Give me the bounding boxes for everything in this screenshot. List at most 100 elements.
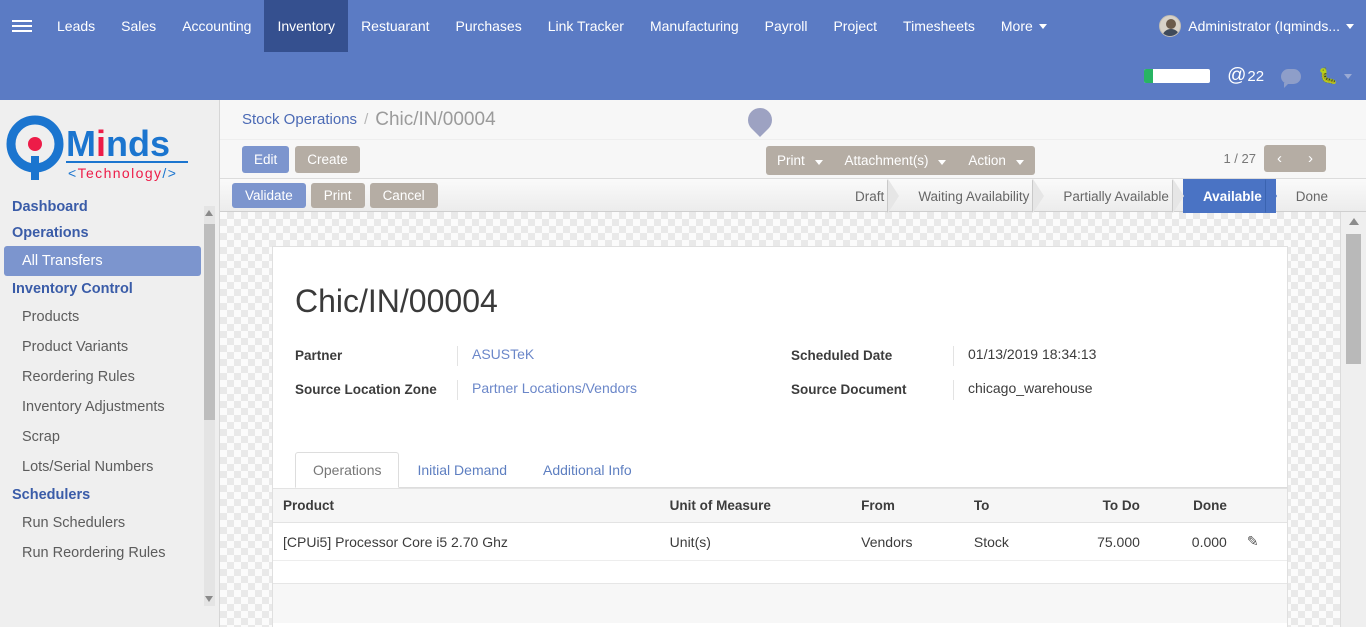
edit-button[interactable]: Edit (242, 145, 290, 173)
sidebar-section-schedulers[interactable]: Schedulers (0, 482, 219, 508)
cell-to: Stock (963, 522, 1051, 561)
menu-item-label: Inventory (277, 18, 336, 34)
menu-item-label: Sales (121, 18, 157, 34)
menu-item-manufacturing[interactable]: Manufacturing (637, 0, 752, 52)
field-value[interactable]: Partner Locations/Vendors (457, 380, 791, 400)
scroll-down-icon[interactable] (205, 596, 213, 602)
status-flow: Draft Waiting Availability Partially Avail… (835, 179, 1342, 213)
sidebar-item-scrap[interactable]: Scrap (0, 422, 219, 452)
column-header-to-do: To Do (1050, 488, 1150, 523)
menu-item-accounting[interactable]: Accounting (169, 0, 264, 52)
secondary-bar: @ 22 🐛 (0, 52, 1366, 137)
menu-item-leads[interactable]: Leads (44, 0, 108, 52)
menu-item-label: More (1000, 18, 1033, 34)
sidebar-item-run-schedulers[interactable]: Run Schedulers (0, 508, 219, 538)
pager-next-button[interactable]: › (1295, 145, 1326, 172)
menu-item-purchases[interactable]: Purchases (443, 0, 535, 52)
status-step-waiting-availability[interactable]: Waiting Availability (898, 179, 1045, 213)
field-row: Source Location Zone Partner Locations/Ve… (295, 380, 791, 400)
progress-bar[interactable] (1144, 69, 1211, 83)
sidebar-section-operations[interactable]: Operations (0, 220, 219, 246)
table-header-row: Product Unit of Measure From To To Do Done (273, 488, 1287, 523)
menu-item-payroll[interactable]: Payroll (752, 0, 821, 52)
validate-button[interactable]: Validate (232, 182, 306, 208)
field-row: Source Document chicago_warehouse (791, 380, 1287, 400)
sidebar-section-inventory-control[interactable]: Inventory Control (0, 276, 219, 302)
column-header-product: Product (273, 488, 660, 523)
create-button[interactable]: Create (295, 145, 360, 173)
form-scroll-area: Chic/IN/00004 Partner ASUSTeK Source Locat… (220, 212, 1340, 627)
sidebar-item-all-transfers[interactable]: All Transfers (4, 246, 201, 276)
menu-item-label: Restuarant (361, 18, 430, 34)
form-left-column: Partner ASUSTeK Source Location Zone Partne… (295, 346, 791, 414)
sidebar-nav: Dashboard Operations All Transfers Inventor… (0, 192, 219, 568)
status-step-draft[interactable]: Draft (835, 179, 900, 213)
print-button[interactable]: Print (310, 182, 365, 208)
svg-text:Minds: Minds (66, 123, 170, 164)
print-dropdown[interactable]: Print (766, 146, 834, 175)
sidebar-item-inventory-adjustments[interactable]: Inventory Adjustments (0, 392, 219, 422)
bug-icon[interactable]: 🐛 (1318, 66, 1352, 86)
sidebar-item-reordering-rules[interactable]: Reordering Rules (0, 362, 219, 392)
page-title: Chic/IN/00004 (295, 283, 498, 319)
user-menu[interactable]: Administrator (Iqminds... (1159, 0, 1354, 52)
table-row[interactable]: [CPUi5] Processor Core i5 2.70 Ghz Unit(s… (273, 522, 1287, 561)
breadcrumb-current: Chic/IN/00004 (375, 108, 496, 130)
menu-item-link-tracker[interactable]: Link Tracker (535, 0, 637, 52)
sidebar-item-run-reordering-rules[interactable]: Run Reordering Rules (0, 538, 219, 568)
pager-previous-button[interactable]: ‹ (1264, 145, 1295, 172)
breadcrumb-parent[interactable]: Stock Operations (242, 111, 357, 128)
mentions-counter[interactable]: @ 22 (1227, 65, 1264, 87)
sidebar-item-product-variants[interactable]: Product Variants (0, 332, 219, 362)
chevron-down-icon (814, 160, 823, 165)
company-logo: Minds <Technology/> (0, 100, 219, 192)
attachments-dropdown[interactable]: Attachment(s) (834, 146, 958, 175)
sidebar-item-products[interactable]: Products (0, 302, 219, 332)
breadcrumb: Stock Operations / Chic/IN/00004 (220, 100, 1366, 140)
sidebar-item-lots-serial-numbers[interactable]: Lots/Serial Numbers (0, 452, 219, 482)
scroll-up-icon[interactable] (205, 210, 213, 216)
sidebar-section-dashboard[interactable]: Dashboard (0, 194, 219, 220)
main-content: Stock Operations / Chic/IN/00004 Edit Cr… (220, 100, 1366, 627)
menu-item-label: Accounting (182, 18, 252, 34)
action-dropdown[interactable]: Action (957, 146, 1034, 175)
sidebar-scrollbar[interactable] (204, 206, 215, 606)
pencil-icon[interactable]: ✎ (1247, 533, 1259, 549)
menu-item-label: Purchases (455, 18, 522, 34)
operations-table: Product Unit of Measure From To To Do Done [C… (273, 488, 1287, 561)
cancel-button[interactable]: Cancel (369, 182, 438, 208)
menu-item-sales[interactable]: Sales (108, 0, 169, 52)
scroll-up-icon[interactable] (1349, 218, 1359, 225)
breadcrumb-separator: / (364, 111, 369, 128)
column-header-done: Done (1149, 488, 1237, 523)
status-step-partially-available[interactable]: Partially Available (1043, 179, 1184, 213)
status-step-available[interactable]: Available (1182, 179, 1277, 213)
hamburger-menu-icon[interactable] (0, 0, 44, 52)
status-icons: @ 22 🐛 (1144, 52, 1352, 100)
tab-additional-info[interactable]: Additional Info (525, 452, 650, 488)
column-header-actions (1236, 488, 1287, 523)
scrollbar-thumb[interactable] (1346, 234, 1361, 364)
menu-item-project[interactable]: Project (820, 0, 890, 52)
cell-from: Vendors (851, 522, 964, 561)
tab-initial-demand[interactable]: Initial Demand (399, 452, 525, 488)
field-value[interactable]: ASUSTeK (457, 346, 791, 366)
main-scrollbar[interactable] (1340, 212, 1366, 627)
column-header-to: To (963, 488, 1051, 523)
menu-item-restuarant[interactable]: Restuarant (348, 0, 442, 52)
menu-item-timesheets[interactable]: Timesheets (890, 0, 988, 52)
menu-item-more[interactable]: More (988, 0, 1060, 52)
droplet-logo-icon (743, 103, 777, 138)
scrollbar-thumb[interactable] (204, 224, 215, 420)
cell-to-do: 75.000 (1050, 522, 1150, 561)
field-label: Source Document (791, 382, 907, 397)
tab-operations[interactable]: Operations (295, 452, 400, 488)
chat-bubble-icon[interactable] (1281, 68, 1302, 88)
field-row: Partner ASUSTeK (295, 346, 791, 366)
table-body: [CPUi5] Processor Core i5 2.70 Ghz Unit(s… (273, 522, 1287, 561)
toolbar-dropdowns: Print Attachment(s) Action (766, 146, 1035, 175)
user-name: Administrator (Iqminds... (1188, 18, 1340, 34)
menu-item-inventory[interactable]: Inventory (264, 0, 349, 52)
status-step-done[interactable]: Done (1276, 179, 1342, 213)
svg-text:<Technology/>: <Technology/> (68, 165, 177, 181)
